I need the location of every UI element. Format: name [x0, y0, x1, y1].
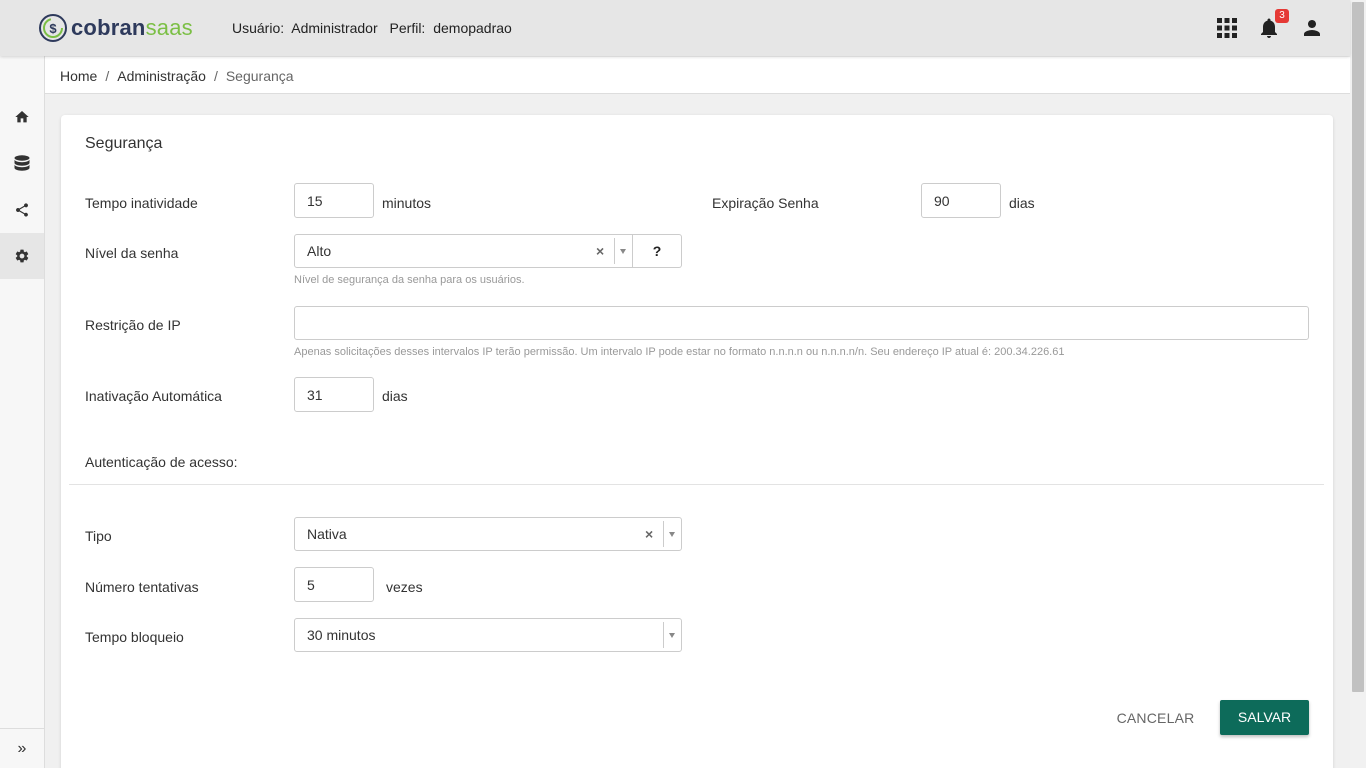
nivel-senha-label: Nível da senha [85, 245, 179, 261]
profile-label: Perfil: [389, 20, 426, 36]
sidebar-expand-button[interactable]: » [0, 728, 44, 768]
restricao-ip-label: Restrição de IP [85, 317, 181, 333]
numero-tentativas-input[interactable] [294, 567, 374, 602]
apps-grid-icon[interactable] [1215, 16, 1239, 40]
inativacao-automatica-input[interactable] [294, 377, 374, 412]
breadcrumb-separator: / [105, 68, 110, 84]
logo-text-part2: saas [145, 15, 193, 40]
sidebar-item-home[interactable] [0, 94, 44, 140]
expiracao-senha-label: Expiração Senha [712, 195, 819, 211]
chevron-down-icon[interactable] [663, 622, 680, 648]
svg-text:$: $ [49, 21, 57, 36]
top-bar: $ cobransaas Usuário: Administrador Perf… [0, 0, 1350, 56]
tempo-bloqueio-value: 30 minutos [307, 627, 376, 643]
logo-mark-icon: $ [39, 14, 67, 42]
breadcrumb-administracao[interactable]: Administração [117, 68, 206, 84]
logo-text: cobransaas [71, 15, 193, 41]
scrollbar-thumb[interactable] [1352, 2, 1364, 692]
tipo-label: Tipo [85, 528, 112, 544]
sidebar-item-settings[interactable] [0, 233, 44, 279]
tempo-bloqueio-label: Tempo bloqueio [85, 629, 184, 645]
numero-tentativas-suffix: vezes [386, 579, 423, 595]
breadcrumb-home[interactable]: Home [60, 68, 97, 84]
autenticacao-section-title: Autenticação de acesso: [85, 454, 238, 470]
tempo-inatividade-suffix: minutos [382, 195, 432, 211]
clear-icon[interactable]: × [596, 235, 604, 267]
sidebar-item-database[interactable] [0, 141, 44, 187]
user-value: Administrador [291, 20, 378, 36]
logo[interactable]: $ cobransaas [38, 12, 193, 44]
tipo-select[interactable]: Nativa × [294, 517, 682, 551]
vertical-scrollbar[interactable] [1350, 0, 1366, 768]
double-chevron-right-icon: » [17, 739, 27, 757]
sidebar-item-share[interactable] [0, 187, 44, 233]
nivel-senha-select[interactable]: Alto × [294, 234, 633, 268]
inativacao-automatica-suffix: dias [382, 388, 408, 404]
chevron-down-icon[interactable] [663, 521, 680, 547]
page-title: Segurança [85, 135, 163, 152]
nivel-senha-help: Nível de segurança da senha para os usuá… [294, 274, 525, 286]
user-label: Usuário: [232, 20, 285, 36]
tempo-inatividade-input[interactable] [294, 183, 374, 218]
share-icon [16, 203, 28, 217]
sidebar: » [0, 56, 45, 768]
chevron-down-icon[interactable] [614, 238, 631, 264]
database-icon [14, 155, 30, 171]
security-form-card: Segurança Tempo inatividade minutos Expi… [61, 115, 1333, 768]
restricao-ip-help: Apenas solicitações desses intervalos IP… [294, 346, 1065, 358]
expiracao-senha-suffix: dias [1009, 195, 1035, 211]
restricao-ip-input[interactable] [294, 306, 1309, 340]
gear-icon [15, 249, 29, 263]
clear-icon[interactable]: × [645, 518, 653, 550]
user-icon[interactable] [1300, 16, 1324, 40]
expiracao-senha-input[interactable] [921, 183, 1001, 218]
tempo-inatividade-label: Tempo inatividade [85, 195, 198, 211]
breadcrumb-current: Segurança [225, 68, 294, 84]
cancel-button[interactable]: CANCELAR [1108, 701, 1203, 735]
section-divider [69, 484, 1324, 485]
tempo-bloqueio-select[interactable]: 30 minutos [294, 618, 682, 652]
help-button[interactable]: ? [633, 234, 682, 268]
tipo-value: Nativa [307, 526, 347, 542]
user-info: Usuário: Administrador Perfil: demopadra… [232, 20, 516, 36]
profile-value: demopadrao [433, 20, 512, 36]
save-button[interactable]: SALVAR [1220, 700, 1309, 735]
inativacao-automatica-label: Inativação Automática [85, 388, 222, 404]
breadcrumb-separator: / [213, 68, 218, 84]
nivel-senha-value: Alto [307, 243, 332, 259]
notification-badge: 3 [1275, 9, 1289, 23]
logo-text-part1: cobran [71, 15, 146, 40]
numero-tentativas-label: Número tentativas [85, 579, 199, 595]
home-icon [15, 111, 29, 123]
breadcrumb: Home / Administração / Segurança [45, 57, 1350, 94]
